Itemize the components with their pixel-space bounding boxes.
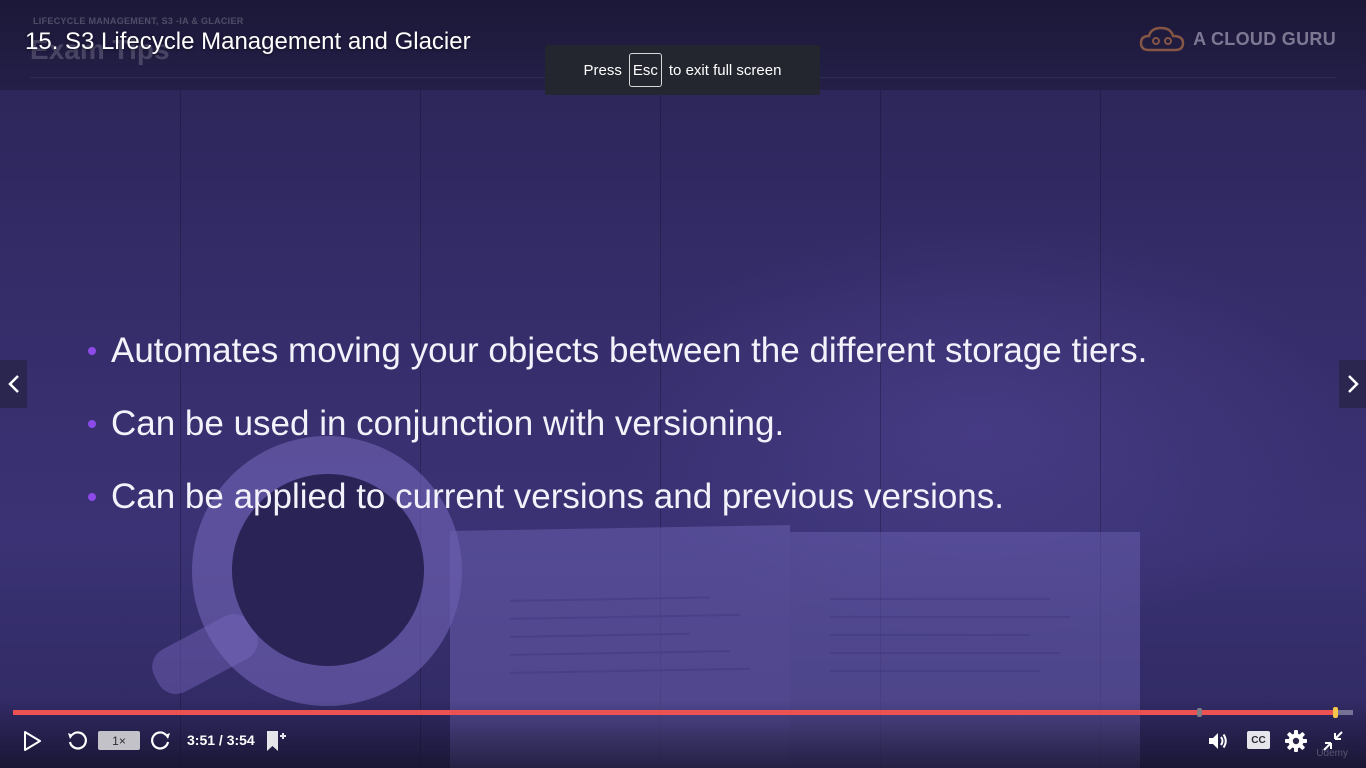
add-bookmark-button[interactable] [262, 728, 288, 754]
slide-kicker: LIFECYCLE MANAGEMENT, S3 -IA & GLACIER [33, 16, 244, 26]
bullet-item: Can be used in conjunction with versioni… [88, 387, 1147, 460]
toast-suffix: to exit full screen [668, 61, 782, 79]
bullet-item: Automates moving your objects between th… [88, 314, 1147, 387]
forward-5s-icon [151, 731, 170, 750]
next-lecture-button[interactable] [1339, 360, 1366, 408]
time-display: 3:51 / 3:54 [187, 732, 255, 748]
bullet-text: Automates moving your objects between th… [111, 330, 1148, 370]
udemy-watermark: Udemy [1316, 748, 1348, 759]
volume-button[interactable] [1206, 728, 1230, 754]
slide-bullets: Automates moving your objects between th… [88, 314, 1147, 533]
forward-button[interactable] [148, 728, 174, 754]
rewind-5s-icon [68, 731, 87, 750]
bullet-dot-icon [88, 346, 96, 355]
fullscreen-toast: Press Esc to exit full screen [545, 45, 820, 95]
captions-button[interactable]: CC [1247, 731, 1270, 749]
bookmark-marker[interactable] [1196, 708, 1202, 717]
progress-bar[interactable] [13, 707, 1353, 718]
bullet-dot-icon [88, 419, 96, 428]
settings-gear-icon [1285, 730, 1307, 752]
esc-key: Esc [628, 53, 662, 87]
lecture-title: 15. S3 Lifecycle Management and Glacier [25, 28, 471, 55]
brand-name: A CLOUD GURU [1193, 28, 1336, 49]
volume-icon [1209, 733, 1227, 749]
bullet-item: Can be applied to current versions and p… [88, 460, 1147, 533]
chevron-right-icon [1347, 375, 1359, 393]
bullet-text: Can be applied to current versions and p… [111, 476, 1004, 516]
playback-speed-button[interactable]: 1× [98, 731, 140, 750]
cloud-logo-icon [1139, 26, 1185, 52]
play-button[interactable] [20, 728, 44, 754]
chevron-left-icon [7, 375, 19, 393]
play-icon [24, 731, 41, 751]
rewind-button[interactable] [64, 728, 90, 754]
previous-lecture-button[interactable] [0, 360, 27, 408]
video-stage[interactable]: LIFECYCLE MANAGEMENT, S3 -IA & GLACIER E… [0, 0, 1366, 768]
progress-fill [13, 710, 1336, 715]
add-bookmark-icon [267, 731, 286, 751]
brand-logo: A CLOUD GURU [1139, 26, 1336, 52]
bullet-text: Can be used in conjunction with versioni… [111, 403, 785, 443]
settings-button[interactable] [1283, 728, 1309, 754]
toast-prefix: Press [583, 61, 622, 79]
playhead-handle[interactable] [1332, 707, 1338, 718]
bullet-dot-icon [88, 492, 96, 501]
